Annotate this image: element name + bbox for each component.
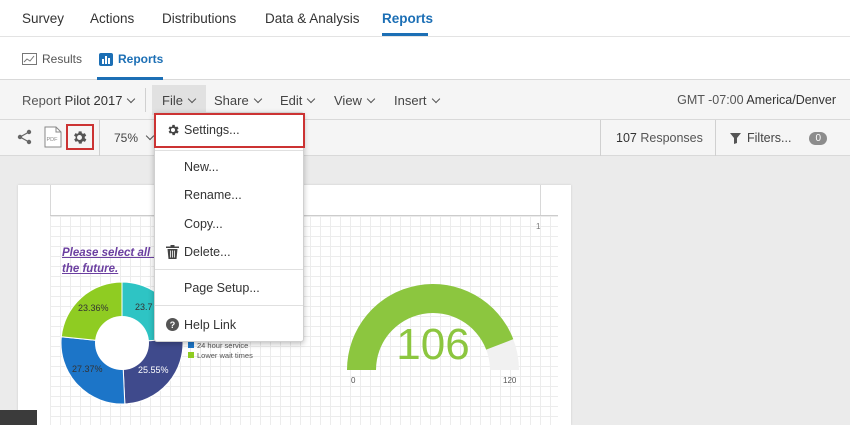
active-tab-indicator <box>382 33 428 36</box>
menu-item-delete[interactable]: Delete... <box>155 238 303 266</box>
divider <box>600 120 601 156</box>
donut-label: 25.55% <box>138 365 169 375</box>
chart-legend: 24 hour service Lower wait times <box>188 340 253 360</box>
chevron-down-icon <box>307 94 316 104</box>
menu-share-label: Share <box>214 93 249 108</box>
svg-text:?: ? <box>170 320 176 330</box>
menu-view-label: View <box>334 93 362 108</box>
timezone-display: GMT -07:00 America/Denver <box>677 93 836 107</box>
menu-item-help-link[interactable]: ? Help Link <box>155 311 303 339</box>
menu-view[interactable]: View <box>334 93 376 108</box>
subtab-results-label: Results <box>42 52 83 66</box>
results-icon <box>22 53 37 65</box>
timezone-name: America/Denver <box>746 93 836 107</box>
menu-file-label: File <box>162 93 183 108</box>
pdf-icon[interactable]: PDF <box>44 126 62 151</box>
gauge-max: 120 <box>503 376 517 385</box>
gear-icon[interactable] <box>71 129 88 149</box>
chevron-down-icon <box>187 94 197 104</box>
menu-insert-label: Insert <box>394 93 427 108</box>
menu-edit[interactable]: Edit <box>280 93 316 108</box>
filters-count-badge: 0 <box>809 131 828 145</box>
filters-button[interactable]: Filters... 0 <box>730 131 828 145</box>
zoom-selector[interactable]: 75% <box>114 131 155 145</box>
responses-number: 107 <box>616 131 637 145</box>
tab-reports[interactable]: Reports <box>382 11 433 26</box>
zoom-value: 75% <box>114 131 139 145</box>
top-navigation: Survey Actions Distributions Data & Anal… <box>0 0 850 37</box>
file-dropdown-menu: Settings... New... Rename... Copy... Del… <box>154 112 305 342</box>
menu-item-copy-label: Copy... <box>184 217 223 231</box>
report-prefix: Report <box>22 93 62 108</box>
chevron-down-icon <box>253 94 262 104</box>
responses-count: 107 Responses <box>616 131 703 145</box>
menu-divider <box>155 150 303 151</box>
menu-item-help-link-label: Help Link <box>184 318 237 332</box>
divider <box>145 88 146 112</box>
menu-item-copy[interactable]: Copy... <box>155 210 303 238</box>
menu-file[interactable]: File <box>162 93 197 108</box>
menu-item-delete-label: Delete... <box>184 245 231 259</box>
report-toolbar: Report Pilot 2017 File Share Edit View I… <box>0 80 850 120</box>
legend-item: Lower wait times <box>188 350 253 360</box>
donut-label: 23.36% <box>78 303 109 313</box>
sub-navigation: Results Reports <box>0 37 850 80</box>
report-name: Pilot 2017 <box>64 93 123 108</box>
reports-icon <box>99 52 113 66</box>
donut-hole <box>95 316 149 370</box>
chevron-down-icon <box>127 94 136 104</box>
menu-edit-label: Edit <box>280 93 303 108</box>
menu-item-page-setup-label: Page Setup... <box>184 281 260 295</box>
trash-icon <box>166 245 179 262</box>
share-icon[interactable] <box>17 129 33 148</box>
legend-label: Lower wait times <box>197 350 253 360</box>
filter-icon <box>730 132 741 144</box>
subtab-reports[interactable]: Reports <box>99 52 163 66</box>
menu-item-new-label: New... <box>184 160 219 174</box>
gear-icon <box>166 123 180 140</box>
menu-divider <box>155 269 303 270</box>
menu-share[interactable]: Share <box>214 93 262 108</box>
donut-label: 27.37% <box>72 364 103 374</box>
divider <box>715 120 716 156</box>
menu-item-settings[interactable]: Settings... <box>155 116 303 144</box>
donut-label: 23.7 <box>135 302 153 312</box>
pdf-icon-label: PDF <box>47 137 59 143</box>
help-icon: ? <box>166 318 179 334</box>
bottom-panel-edge <box>0 410 37 425</box>
report-selector[interactable]: Report Pilot 2017 <box>22 93 136 108</box>
chevron-down-icon <box>366 94 376 104</box>
timezone-offset: GMT -07:00 <box>677 93 744 107</box>
chevron-down-icon <box>431 94 440 104</box>
legend-swatch <box>188 342 194 348</box>
gauge-chart[interactable]: 106 0 120 <box>333 275 533 390</box>
page-number: 1 <box>536 222 541 231</box>
tab-survey[interactable]: Survey <box>22 11 64 26</box>
subtab-results[interactable]: Results <box>22 52 82 66</box>
menu-insert[interactable]: Insert <box>394 93 440 108</box>
menu-item-new[interactable]: New... <box>155 153 303 181</box>
tab-data-analysis[interactable]: Data & Analysis <box>265 11 360 26</box>
menu-item-rename[interactable]: Rename... <box>155 181 303 209</box>
gauge-min: 0 <box>351 376 356 385</box>
tab-distributions[interactable]: Distributions <box>162 11 236 26</box>
menu-item-rename-label: Rename... <box>184 188 242 202</box>
menu-item-settings-label: Settings... <box>184 123 240 137</box>
menu-divider <box>155 305 303 306</box>
gauge-value: 106 <box>396 320 469 369</box>
legend-swatch <box>188 352 194 358</box>
report-toolbar-secondary: PDF 75% 107 Responses Filters... 0 <box>0 120 850 156</box>
responses-label: Responses <box>640 131 703 145</box>
subtab-reports-label: Reports <box>118 52 164 66</box>
filters-label: Filters... <box>747 131 792 145</box>
divider <box>99 120 100 156</box>
menu-item-page-setup[interactable]: Page Setup... <box>155 274 303 302</box>
tab-actions[interactable]: Actions <box>90 11 134 26</box>
